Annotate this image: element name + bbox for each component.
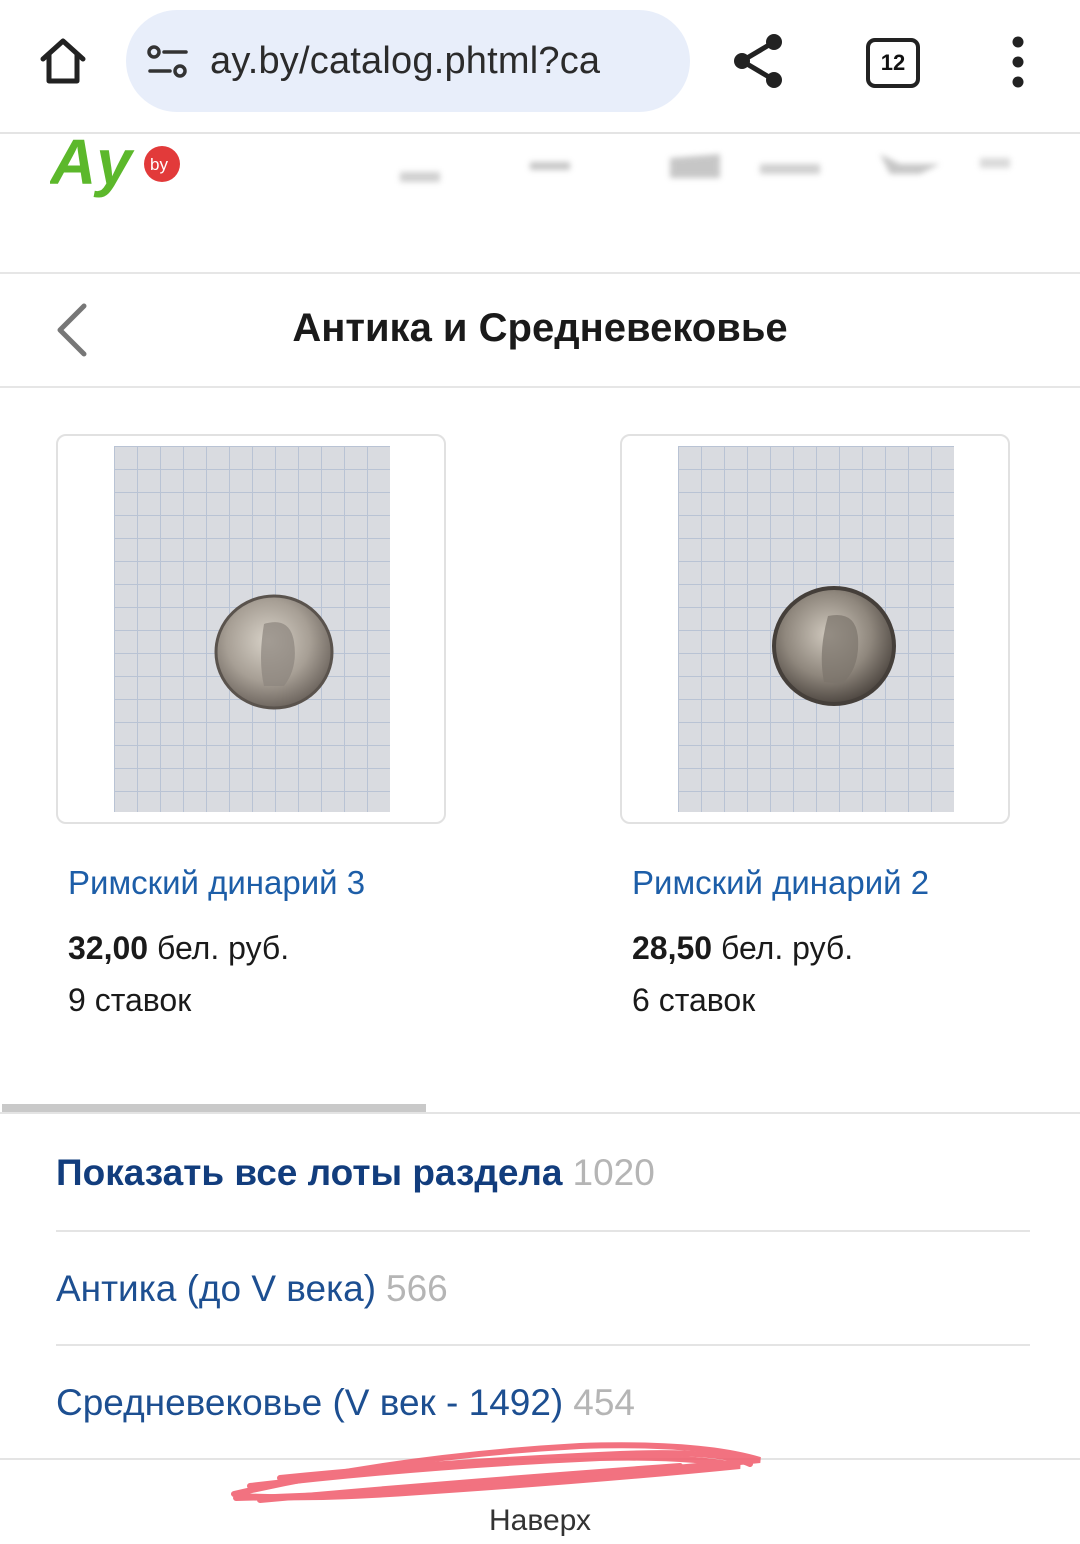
product-price: 32,00 бел. руб.: [68, 930, 289, 967]
product-title-link[interactable]: Римский динарий 3: [68, 864, 365, 902]
category-label: Показать все лоты раздела: [56, 1152, 563, 1193]
product-title-link[interactable]: Римский динарий 2: [632, 864, 929, 902]
carousel-scroll-thumb[interactable]: [2, 1104, 426, 1112]
price-currency: бел. руб.: [156, 930, 290, 966]
site-header: Ay by: [0, 134, 1080, 274]
product-image-frame[interactable]: [56, 434, 446, 824]
address-bar[interactable]: ay.by/catalog.phtml?ca: [126, 10, 690, 112]
more-vert-icon[interactable]: [1000, 34, 1036, 90]
price-currency: бел. руб.: [720, 930, 854, 966]
category-label: Средневековье (V век - 1492): [56, 1382, 564, 1423]
site-info-icon[interactable]: [146, 42, 190, 82]
url-text[interactable]: ay.by/catalog.phtml?ca: [210, 40, 600, 83]
header-icons-blurred: [400, 154, 1010, 182]
category-link[interactable]: Показать все лоты раздела 1020: [56, 1152, 655, 1194]
price-value: 28,50: [632, 930, 713, 966]
category-count: 1020: [572, 1152, 655, 1193]
category-count: 566: [386, 1268, 448, 1309]
product-price: 28,50 бел. руб.: [632, 930, 853, 967]
product-card[interactable]: Римский динарий 3 32,00 бел. руб. 9 став…: [56, 434, 446, 1018]
price-value: 32,00: [68, 930, 149, 966]
carousel-scroll-track: [0, 1112, 1080, 1114]
site-logo[interactable]: Ay by: [50, 134, 190, 204]
share-icon[interactable]: [728, 30, 790, 92]
category-label: Антика (до V века): [56, 1268, 377, 1309]
tabs-icon[interactable]: 12: [866, 38, 920, 88]
product-card[interactable]: Римский динарий 2 28,50 бел. руб. 6 став…: [620, 434, 1010, 1018]
category-link[interactable]: Средневековье (V век - 1492) 454: [56, 1382, 635, 1424]
browser-toolbar: ay.by/catalog.phtml?ca 12: [0, 0, 1080, 134]
svg-text:Ay: Ay: [50, 134, 135, 198]
home-button[interactable]: [30, 28, 96, 94]
product-image[interactable]: [114, 446, 390, 812]
product-image[interactable]: [678, 446, 954, 812]
tab-count: 12: [880, 50, 906, 75]
page-title: Антика и Средневековье: [292, 306, 788, 350]
category-count: 454: [573, 1382, 635, 1423]
product-bids: 9 ставок: [68, 982, 192, 1018]
category-title-bar: Антика и Средневековье: [0, 274, 1080, 388]
category-row-antiquity[interactable]: Антика (до V века) 566: [56, 1230, 1030, 1346]
product-bids: 6 ставок: [632, 982, 756, 1018]
category-row-all-lots[interactable]: Показать все лоты раздела 1020: [56, 1116, 1030, 1230]
back-to-top-link[interactable]: Наверх: [0, 1504, 1080, 1538]
svg-text:by: by: [150, 155, 168, 174]
home-icon: [40, 38, 86, 84]
product-image-frame[interactable]: [620, 434, 1010, 824]
category-link[interactable]: Антика (до V века) 566: [56, 1268, 448, 1310]
